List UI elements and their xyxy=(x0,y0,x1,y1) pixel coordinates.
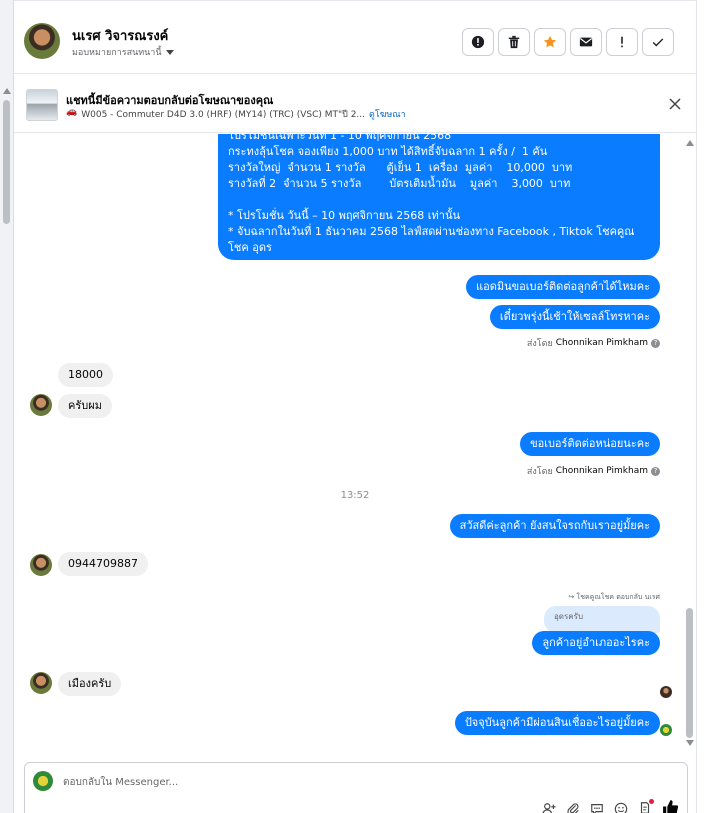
thread-scroll-down-icon[interactable] xyxy=(686,740,694,746)
page-logo xyxy=(33,771,53,791)
ad-banner-subtitle: 🚗 W005 - Commuter D4D 3.0 (HRF) (MY14) (… xyxy=(66,107,406,121)
incoming-message: 18000 xyxy=(58,363,113,387)
message-composer[interactable]: ตอบกลับใน Messenger... xyxy=(24,762,688,813)
outgoing-message: ขอเบอร์ติดต่อหน่อยนะคะ xyxy=(520,432,660,456)
page-avatar-tiny xyxy=(660,724,672,736)
promo-message-bubble: โปรโมชั่นเฉพาะวันที่ 1 - 10 พฤศจิกายน 25… xyxy=(218,134,660,260)
assign-label: มอบหมายการสนทนานี้ xyxy=(72,48,162,58)
message-thread[interactable]: โปรโมชั่นเฉพาะวันที่ 1 - 10 พฤศจิกายน 25… xyxy=(14,134,696,756)
timestamp-separator: 13:52 xyxy=(340,490,370,501)
ai-assist-button[interactable] xyxy=(638,798,654,813)
saved-reply-icon[interactable] xyxy=(590,802,604,813)
contact-avatar-small xyxy=(30,554,52,576)
incoming-message: 0944709887 xyxy=(58,552,148,576)
info-icon[interactable]: ? xyxy=(651,338,660,348)
scroll-thumb[interactable] xyxy=(3,100,10,224)
sent-by-agent: Chonnikan Pimkham xyxy=(555,338,648,348)
scroll-up-arrow-icon[interactable] xyxy=(3,88,11,94)
outgoing-message: ลูกค้าอยู่อำเภออะไรคะ xyxy=(532,631,660,655)
header-actions xyxy=(462,28,674,56)
contact-avatar[interactable] xyxy=(24,23,60,59)
mark-done-button[interactable] xyxy=(642,28,674,56)
alert-button[interactable] xyxy=(462,28,494,56)
sent-by-prefix: ส่งโดย xyxy=(526,339,553,349)
incoming-message: ครับผม xyxy=(58,394,112,418)
assign-conversation-dropdown[interactable]: มอบหมายการสนทนานี้ xyxy=(72,45,174,59)
reply-meta-text: โชคคูณโชค ตอบกลับ นเรศ xyxy=(576,593,660,601)
thread-scroll-up-icon[interactable] xyxy=(686,140,694,146)
composer-placeholder[interactable]: ตอบกลับใน Messenger... xyxy=(63,775,178,790)
notification-dot xyxy=(649,798,654,804)
sent-by-prefix: ส่งโดย xyxy=(526,467,553,477)
conversation-panel: นเรศ วิจารณรงค์ มอบหมายการสนทนานี้ แชทนี… xyxy=(14,0,696,813)
left-scrollbar[interactable] xyxy=(0,0,14,813)
contact-avatar-small xyxy=(30,672,52,694)
close-icon[interactable] xyxy=(668,97,682,111)
info-icon[interactable]: ? xyxy=(651,466,660,476)
incoming-message: เมืองครับ xyxy=(58,672,122,696)
contact-avatar-small xyxy=(30,394,52,416)
emoji-icon[interactable] xyxy=(614,802,628,813)
spam-button[interactable] xyxy=(606,28,638,56)
attachment-icon[interactable] xyxy=(566,802,580,813)
vehicle-icon: 🚗 xyxy=(66,107,78,117)
delete-button[interactable] xyxy=(498,28,530,56)
mark-unread-button[interactable] xyxy=(570,28,602,56)
sent-by-agent: Chonnikan Pimkham xyxy=(555,466,648,476)
conversation-header: นเรศ วิจารณรงค์ มอบหมายการสนทนานี้ xyxy=(14,0,696,74)
check-icon xyxy=(652,38,664,47)
add-contact-icon[interactable] xyxy=(542,802,556,813)
contact-name[interactable]: นเรศ วิจารณรงค์ xyxy=(72,25,168,46)
outgoing-message: แอดมินขอเบอร์ติดต่อลูกค้าได้ไหมคะ xyxy=(466,275,660,299)
like-button[interactable] xyxy=(662,799,679,813)
ad-reply-banner: แชทนี้มีข้อความตอบกลับต่อโฆษณาของคุณ 🚗 W… xyxy=(14,75,696,133)
exclamation-icon xyxy=(621,36,623,48)
thread-scroll-thumb[interactable] xyxy=(686,608,693,738)
star-button[interactable] xyxy=(534,28,566,56)
seen-avatar xyxy=(660,686,672,698)
caret-down-icon xyxy=(165,49,174,55)
composer-tools xyxy=(542,798,679,813)
like-icon xyxy=(663,800,679,813)
trash-icon xyxy=(508,35,520,49)
ad-vehicle-thumbnail[interactable] xyxy=(26,89,58,121)
reply-arrow-icon: ↪ xyxy=(568,593,575,601)
view-ad-link[interactable]: ดูโฆษณา xyxy=(369,107,406,121)
sent-by-label: ส่งโดย Chonnikan Pimkham ? xyxy=(527,464,660,478)
reply-indicator: ↪ โชคคูณโชค ตอบกลับ นเรศ xyxy=(568,592,660,603)
star-icon xyxy=(543,35,557,48)
outgoing-message: สวัสดีค่ะลูกค้า ยังสนใจรถกับเราอยู่มั้ยค… xyxy=(449,514,660,538)
right-edge xyxy=(696,0,710,813)
alert-circle-icon xyxy=(471,35,485,49)
sent-by-label: ส่งโดย Chonnikan Pimkham ? xyxy=(527,336,660,350)
quoted-message[interactable]: อุดรครับ xyxy=(544,606,660,633)
outgoing-message: เดี๋ยวพรุ่งนี้เช้าให้เซลล์โทรหาคะ xyxy=(489,305,660,329)
outgoing-message: ปัจจุบันลูกค้ามีผ่อนสินเชื่ออะไรอยู่มั้ย… xyxy=(454,711,660,735)
ad-name: W005 - Commuter D4D 3.0 (HRF) (MY14) (TR… xyxy=(81,110,366,120)
mail-icon xyxy=(579,37,593,47)
